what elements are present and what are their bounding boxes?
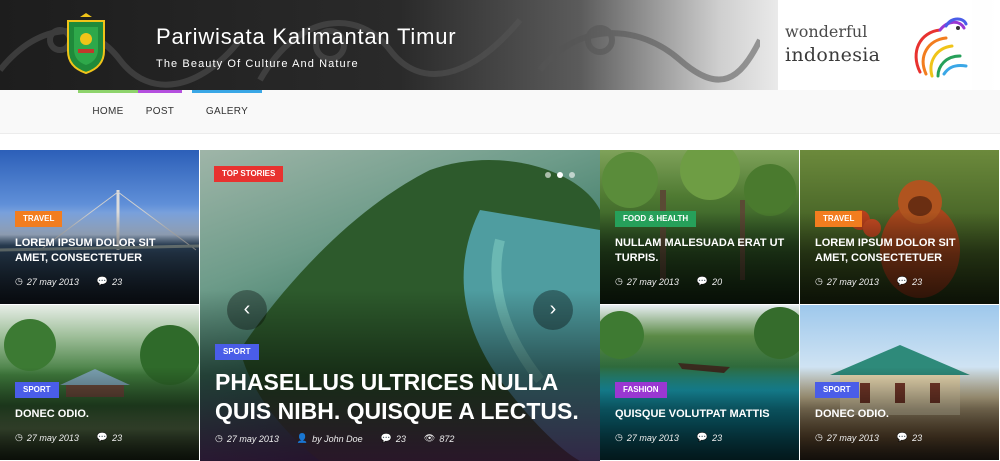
featured-author[interactable]: by John Doe — [312, 434, 363, 444]
article-date: 27 may 2013 — [826, 276, 879, 287]
clock-icon: ◷ — [15, 432, 23, 442]
article-date: 27 may 2013 — [826, 432, 879, 443]
comment-icon: 💬 — [96, 432, 109, 442]
clock-icon: ◷ — [615, 432, 623, 442]
comment-count: 23 — [112, 276, 123, 287]
article-date: 27 may 2013 — [626, 276, 679, 287]
article-tile[interactable]: FOOD & HEALTH NULLAM MALESUADA ERAT UT T… — [600, 150, 800, 305]
article-meta: ◷ 27 may 2013 💬 23 — [15, 276, 122, 287]
article-title[interactable]: QUISQUE VOLUTPAT MATTIS — [615, 407, 790, 422]
top-stories-badge[interactable]: TOP STORIES — [214, 166, 284, 182]
article-date: 27 may 2013 — [26, 276, 79, 287]
slider-dot-3[interactable] — [569, 172, 575, 178]
comment-icon: 💬 — [696, 276, 709, 286]
garuda-bird-icon — [914, 17, 968, 78]
featured-comments: 23 — [395, 433, 406, 444]
comment-count: 23 — [712, 432, 723, 443]
category-badge[interactable]: TRAVEL — [815, 211, 863, 227]
comment-icon: 💬 — [380, 433, 392, 443]
east-kalimantan-emblem-icon[interactable] — [66, 13, 106, 75]
site-header: Pariwisata Kalimantan Timur The Beauty O… — [0, 0, 1000, 90]
article-date: 27 may 2013 — [626, 432, 679, 443]
article-meta: ◷ 27 may 2013 💬 23 — [15, 432, 122, 443]
site-title[interactable]: Pariwisata Kalimantan Timur — [156, 24, 456, 50]
slider-prev-button[interactable]: ‹ — [227, 290, 267, 330]
article-title[interactable]: LOREM IPSUM DOLOR SIT AMET, CONSECTETUER — [15, 236, 190, 266]
featured-slider[interactable]: TOP STORIES ‹ › SPORT PHASELLUS ULTRICES… — [200, 150, 600, 461]
featured-views: 872 — [439, 433, 455, 444]
category-badge[interactable]: TRAVEL — [15, 211, 63, 227]
clock-icon: ◷ — [215, 433, 223, 443]
comment-icon: 💬 — [896, 432, 909, 442]
nav-item-post[interactable]: POST — [138, 90, 182, 134]
comment-count: 23 — [112, 432, 123, 443]
article-tile[interactable]: FASHION QUISQUE VOLUTPAT MATTIS ◷ 27 may… — [600, 305, 800, 461]
slider-dot-2[interactable] — [557, 172, 563, 178]
article-tile[interactable]: SPORT DONEC ODIO. ◷ 27 may 2013 💬 23 — [800, 305, 1000, 461]
comment-icon: 💬 — [696, 432, 709, 442]
site-tagline: The Beauty Of Culture And Nature — [156, 58, 359, 70]
category-badge[interactable]: FOOD & HEALTH — [615, 211, 697, 227]
article-tile[interactable]: TRAVEL LOREM IPSUM DOLOR SIT AMET, CONSE… — [0, 150, 200, 305]
clock-icon: ◷ — [815, 276, 823, 286]
article-tile[interactable]: SPORT DONEC ODIO. ◷ 27 may 2013 💬 23 — [0, 305, 200, 461]
category-badge[interactable]: FASHION — [615, 382, 667, 398]
slider-dots — [545, 172, 575, 178]
article-title[interactable]: DONEC ODIO. — [15, 407, 190, 422]
featured-meta: ◷ 27 may 2013 👤 by John Doe 💬 23 👁 872 — [215, 433, 454, 444]
article-date: 27 may 2013 — [26, 432, 79, 443]
slider-dot-1[interactable] — [545, 172, 551, 178]
comment-icon: 💬 — [896, 276, 909, 286]
featured-title[interactable]: PHASELLUS ULTRICES NULLA QUIS NIBH. QUIS… — [215, 368, 590, 426]
logo-line-wonderful: wonderful — [785, 22, 868, 41]
article-title[interactable]: NULLAM MALESUADA ERAT UT TURPIS. — [615, 236, 790, 266]
article-meta: ◷ 27 may 2013 💬 23 — [615, 432, 722, 443]
article-title[interactable]: DONEC ODIO. — [815, 407, 990, 422]
featured-date: 27 may 2013 — [226, 433, 279, 444]
article-tile[interactable]: TRAVEL LOREM IPSUM DOLOR SIT AMET, CONSE… — [800, 150, 1000, 305]
eye-icon: 👁 — [423, 433, 436, 443]
article-meta: ◷ 27 may 2013 💬 23 — [815, 276, 922, 287]
wonderful-indonesia-logo[interactable]: wonderful indonesia — [778, 0, 972, 90]
nav-item-home[interactable]: HOME — [78, 90, 138, 134]
nav-item-galery[interactable]: GALERY — [192, 90, 262, 134]
article-meta: ◷ 27 may 2013 💬 20 — [615, 276, 722, 287]
category-badge[interactable]: SPORT — [815, 382, 859, 398]
comment-count: 20 — [712, 276, 723, 287]
comment-icon: 💬 — [96, 276, 109, 286]
category-badge[interactable]: SPORT — [15, 382, 59, 398]
clock-icon: ◷ — [815, 432, 823, 442]
clock-icon: ◷ — [15, 276, 23, 286]
slider-next-button[interactable]: › — [533, 290, 573, 330]
main-navigation: HOME POST GALERY — [0, 90, 1000, 134]
clock-icon: ◷ — [615, 276, 623, 286]
user-icon: 👤 — [296, 433, 309, 443]
comment-count: 23 — [912, 276, 923, 287]
article-title[interactable]: LOREM IPSUM DOLOR SIT AMET, CONSECTETUER — [815, 236, 990, 266]
comment-count: 23 — [912, 432, 923, 443]
category-badge[interactable]: SPORT — [215, 344, 259, 360]
article-meta: ◷ 27 may 2013 💬 23 — [815, 432, 922, 443]
logo-line-indonesia: indonesia — [785, 44, 881, 66]
